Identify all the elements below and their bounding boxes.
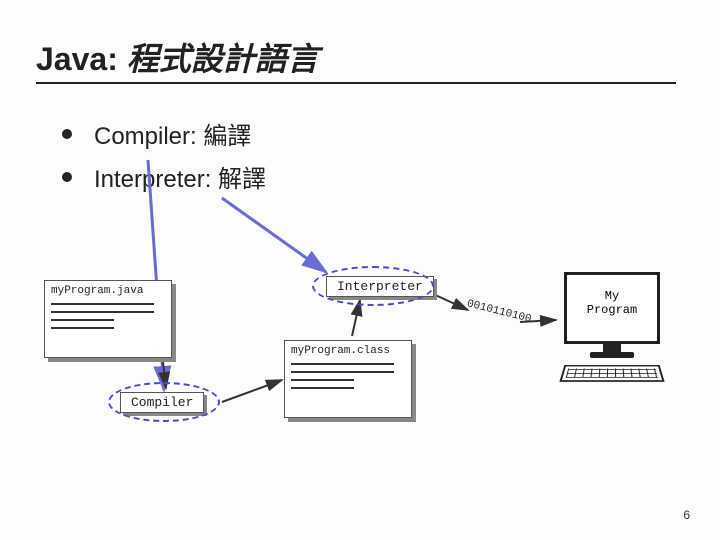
bullet-dot-icon xyxy=(62,129,72,139)
source-file-name: myProgram.java xyxy=(51,285,165,297)
bullet-label: Compiler: 編譯 xyxy=(94,116,251,151)
compiler-label: Compiler xyxy=(131,395,193,410)
keyboard-icon xyxy=(559,365,664,382)
compiler-label-box: Compiler xyxy=(120,392,204,413)
slide-title: Java: 程式設計語言 xyxy=(36,34,319,80)
bullet-list: Compiler: 編譯 Interpreter: 解譯 xyxy=(62,116,266,202)
program-output-line1: My xyxy=(567,289,657,303)
monitor-screen: My Program xyxy=(564,272,660,344)
class-file-name: myProgram.class xyxy=(291,345,405,357)
bullet-item: Interpreter: 解譯 xyxy=(62,159,266,194)
binary-stream: 0010110100 xyxy=(466,298,533,326)
bullet-dot-icon xyxy=(62,172,72,182)
title-underline xyxy=(36,82,676,84)
title-cn: 程式設計語言 xyxy=(127,41,319,77)
bullet-label: Interpreter: 解譯 xyxy=(94,159,266,194)
source-file-box: myProgram.java xyxy=(44,280,172,358)
title-en: Java: xyxy=(36,41,118,77)
computer-icon: My Program xyxy=(558,272,666,384)
interpreter-label: Interpreter xyxy=(337,279,423,294)
class-file-box: myProgram.class xyxy=(284,340,412,418)
interpreter-label-box: Interpreter xyxy=(326,276,434,297)
program-output-line2: Program xyxy=(567,303,657,317)
page-number: 6 xyxy=(683,508,690,522)
arrows-layer xyxy=(0,0,720,540)
bullet-item: Compiler: 編譯 xyxy=(62,116,266,151)
